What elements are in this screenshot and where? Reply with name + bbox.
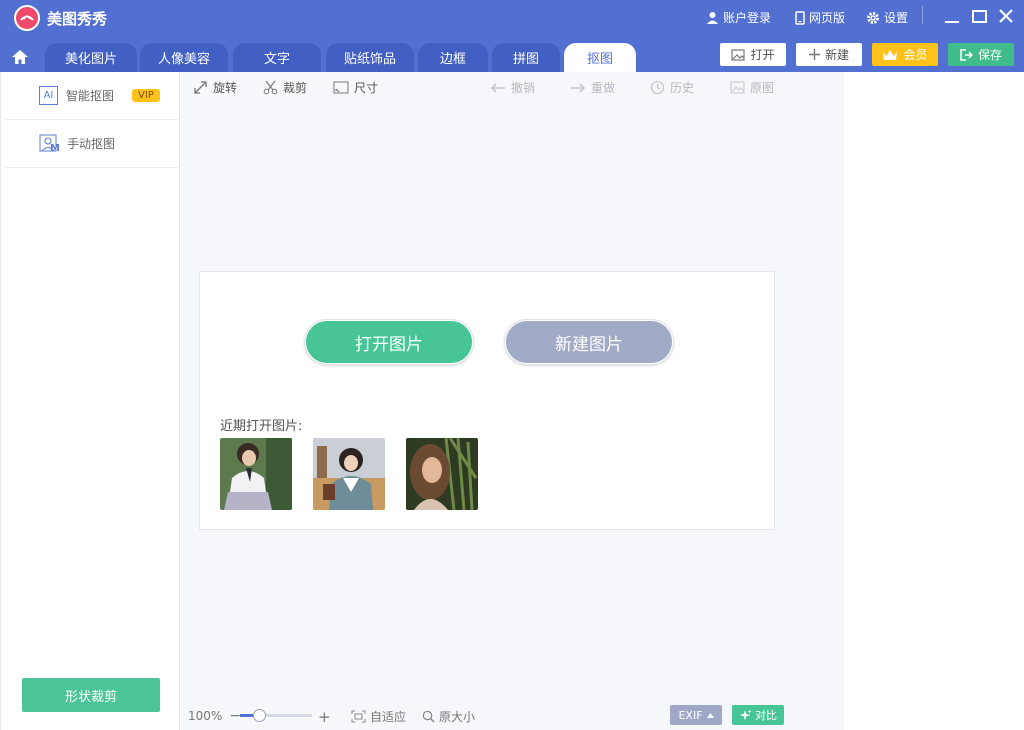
web-version-link[interactable]: 网页版 xyxy=(795,9,845,26)
arrow-right-icon xyxy=(571,82,586,93)
web-version-label: 网页版 xyxy=(809,11,846,25)
title-bar: 美图秀秀 账户登录 网页版 设置 美化图片 人像美容 文字 贴纸饰品 边框 拼图… xyxy=(0,0,1024,72)
clock-icon xyxy=(650,80,665,95)
app-title: 美图秀秀 xyxy=(47,10,108,28)
recent-images-label: 近期打开图片: xyxy=(220,419,303,434)
rotate-label: 旋转 xyxy=(213,81,238,95)
settings-label: 设置 xyxy=(884,11,909,25)
ai-cutout-icon: AI xyxy=(39,86,58,105)
image-icon xyxy=(731,48,746,61)
sparkle-icon xyxy=(739,709,752,720)
home-icon xyxy=(12,50,28,64)
user-icon xyxy=(707,12,718,24)
resize-icon xyxy=(333,81,349,94)
canvas-area: 旋转 裁剪 尺寸 撤销 重做 历史 原图 打开图片 新建图片 近期打开图片: 1… xyxy=(181,72,844,730)
original-label: 原图 xyxy=(750,81,775,95)
actual-size-button[interactable]: 原大小 xyxy=(422,708,475,725)
recent-image-thumb[interactable] xyxy=(220,438,292,510)
titlebar-divider xyxy=(922,6,923,24)
sidebar-item-label: 手动抠图 xyxy=(67,137,116,151)
close-button[interactable] xyxy=(996,6,1016,26)
app-logo-icon xyxy=(14,5,40,31)
open-button-label: 打开 xyxy=(750,48,775,62)
magnifier-icon xyxy=(422,710,435,723)
login-label: 账户登录 xyxy=(723,11,772,25)
rotate-icon xyxy=(194,81,207,94)
vip-button[interactable]: 会员 xyxy=(872,43,938,66)
tab-portrait[interactable]: 人像美容 xyxy=(140,43,228,72)
zoom-slider-knob[interactable] xyxy=(253,709,266,722)
crop-label: 裁剪 xyxy=(283,81,308,95)
undo-tool[interactable]: 撤销 xyxy=(490,79,535,96)
tab-collage[interactable]: 拼图 xyxy=(492,43,560,72)
actual-size-label: 原大小 xyxy=(439,710,476,724)
export-icon xyxy=(960,48,973,61)
tab-cutout[interactable]: 抠图 xyxy=(564,43,636,72)
sidebar-item-label: 智能抠图 xyxy=(66,89,115,103)
left-sidebar: AI 智能抠图 VIP M 手动抠图 形状裁剪 xyxy=(0,72,180,730)
new-button[interactable]: 新建 xyxy=(796,43,862,66)
vip-badge: VIP xyxy=(132,89,160,102)
undo-label: 撤销 xyxy=(511,81,536,95)
redo-label: 重做 xyxy=(591,81,616,95)
zoom-readout: 100% − xyxy=(188,708,241,724)
gear-icon xyxy=(867,11,879,24)
original-tool[interactable]: 原图 xyxy=(730,79,774,96)
size-tool[interactable]: 尺寸 xyxy=(333,79,378,96)
zoom-value: 100% xyxy=(188,709,223,723)
open-image-button[interactable]: 打开图片 xyxy=(304,319,474,365)
compare-label: 对比 xyxy=(755,709,777,722)
login-link[interactable]: 账户登录 xyxy=(706,9,771,26)
rotate-tool[interactable]: 旋转 xyxy=(193,79,237,96)
right-panel xyxy=(844,72,1024,730)
home-tab[interactable] xyxy=(0,42,40,72)
new-image-button[interactable]: 新建图片 xyxy=(504,319,674,365)
recent-image-thumb[interactable] xyxy=(406,438,478,510)
tab-frames[interactable]: 边框 xyxy=(418,43,488,72)
minimize-button[interactable] xyxy=(942,6,962,26)
manual-cutout-icon: M xyxy=(39,134,60,154)
open-button[interactable]: 打开 xyxy=(720,43,786,66)
arrow-left-icon xyxy=(490,82,505,93)
exif-button[interactable]: EXIF xyxy=(670,705,722,725)
zoom-in-icon: + xyxy=(318,708,331,726)
manual-cutout-icon-letter: M xyxy=(50,142,60,154)
fit-label: 自适应 xyxy=(370,710,407,724)
crown-icon xyxy=(883,49,898,60)
crop-tool[interactable]: 裁剪 xyxy=(263,79,307,96)
fit-window-button[interactable]: 自适应 xyxy=(351,708,406,725)
start-panel: 打开图片 新建图片 近期打开图片: xyxy=(199,271,775,530)
zoom-in-button[interactable]: + xyxy=(318,708,331,726)
save-button[interactable]: 保存 xyxy=(948,43,1014,66)
maximize-button[interactable] xyxy=(969,6,989,26)
history-tool[interactable]: 历史 xyxy=(650,79,694,96)
history-label: 历史 xyxy=(670,81,695,95)
fit-icon xyxy=(351,710,366,723)
exif-label: EXIF xyxy=(678,708,703,722)
save-button-label: 保存 xyxy=(977,48,1002,62)
recent-image-thumb[interactable] xyxy=(313,438,385,510)
tab-beautify[interactable]: 美化图片 xyxy=(45,43,137,72)
close-icon xyxy=(999,9,1013,23)
scissors-icon xyxy=(263,80,278,95)
picture-icon xyxy=(730,81,745,94)
size-label: 尺寸 xyxy=(354,81,379,95)
tab-stickers[interactable]: 贴纸饰品 xyxy=(326,43,414,72)
caret-up-icon xyxy=(706,712,714,718)
new-button-label: 新建 xyxy=(824,48,849,62)
maximize-icon xyxy=(972,10,987,23)
redo-tool[interactable]: 重做 xyxy=(570,79,615,96)
minimize-icon xyxy=(945,21,959,23)
sidebar-item-manual-cutout[interactable]: M 手动抠图 xyxy=(5,120,179,168)
shape-crop-button[interactable]: 形状裁剪 xyxy=(22,678,160,712)
tab-text[interactable]: 文字 xyxy=(233,43,321,72)
phone-icon xyxy=(795,10,805,25)
sidebar-item-ai-cutout[interactable]: AI 智能抠图 VIP xyxy=(5,72,179,120)
compare-button[interactable]: 对比 xyxy=(732,705,784,725)
settings-link[interactable]: 设置 xyxy=(866,9,908,26)
plus-icon xyxy=(808,49,820,60)
vip-button-label: 会员 xyxy=(903,48,928,62)
